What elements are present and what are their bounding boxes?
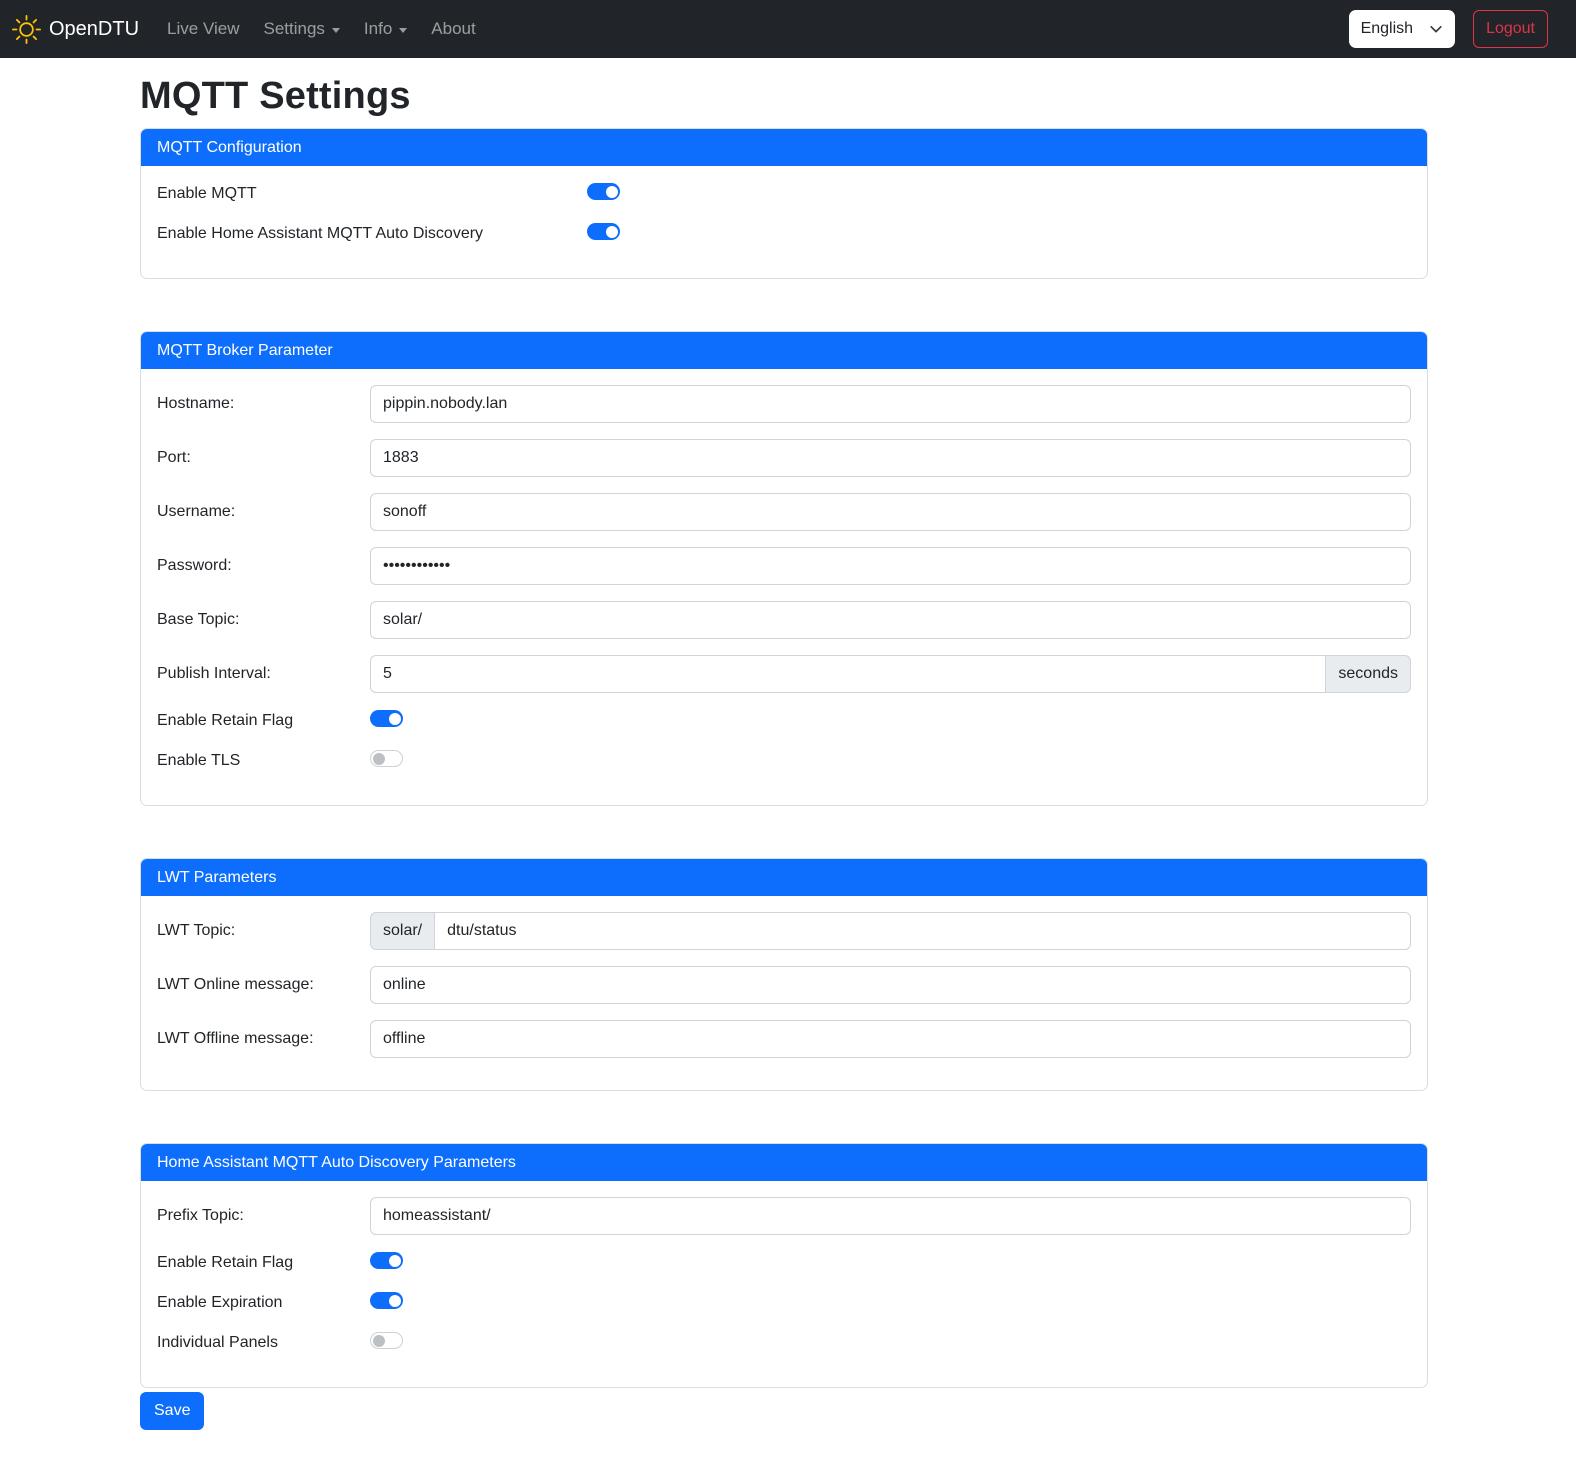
form-row: LWT Offline message: — [157, 1020, 1411, 1058]
prefix-topic-label: Prefix Topic: — [157, 1207, 370, 1225]
page-title: MQTT Settings — [140, 75, 1428, 118]
form-row: Password: — [157, 547, 1411, 585]
lwt-topic-prefix: solar/ — [370, 912, 435, 950]
lwt-online-input[interactable] — [370, 966, 1411, 1004]
form-row: Enable Retain Flag — [157, 1251, 1411, 1275]
nav-live-view[interactable]: Live View — [159, 11, 247, 47]
ha-retain-flag-label: Enable Retain Flag — [157, 1254, 370, 1272]
publish-interval-input[interactable] — [370, 655, 1326, 693]
card-mqtt-broker: MQTT Broker Parameter Hostname: Port: Us… — [140, 331, 1428, 806]
enable-tls-toggle[interactable] — [370, 750, 403, 767]
lwt-topic-input[interactable] — [434, 912, 1411, 950]
navbar-right: English Logout — [1349, 10, 1548, 48]
base-topic-input[interactable] — [370, 601, 1411, 639]
form-row: LWT Topic: solar/ — [157, 912, 1411, 950]
form-row: Prefix Topic: — [157, 1197, 1411, 1235]
form-row: Publish Interval: seconds — [157, 655, 1411, 693]
form-row: Username: — [157, 493, 1411, 531]
form-row: Enable Expiration — [157, 1291, 1411, 1315]
form-row: Enable Home Assistant MQTT Auto Discover… — [157, 222, 1411, 246]
ha-retain-flag-toggle[interactable] — [370, 1252, 403, 1269]
card-mqtt-configuration-header: MQTT Configuration — [141, 129, 1427, 166]
form-row: Individual Panels — [157, 1331, 1411, 1355]
navbar: OpenDTU Live View Settings Info About En… — [0, 0, 1576, 58]
enable-expiration-toggle[interactable] — [370, 1292, 403, 1309]
card-lwt-parameters-body: LWT Topic: solar/ LWT Online message: LW… — [141, 896, 1427, 1090]
nav-live-view-label: Live View — [167, 19, 239, 39]
card-mqtt-broker-header: MQTT Broker Parameter — [141, 332, 1427, 369]
form-row: LWT Online message: — [157, 966, 1411, 1004]
enable-mqtt-toggle[interactable] — [587, 183, 620, 200]
sun-icon — [12, 15, 41, 44]
nav-info[interactable]: Info — [356, 11, 415, 47]
language-select-value: English — [1361, 20, 1413, 38]
card-lwt-parameters-header: LWT Parameters — [141, 859, 1427, 896]
logout-button[interactable]: Logout — [1473, 10, 1548, 48]
form-row: Enable TLS — [157, 749, 1411, 773]
port-input[interactable] — [370, 439, 1411, 477]
hostname-input[interactable] — [370, 385, 1411, 423]
card-ha-discovery-body: Prefix Topic: Enable Retain Flag Enable … — [141, 1181, 1427, 1387]
card-ha-discovery: Home Assistant MQTT Auto Discovery Param… — [140, 1143, 1428, 1388]
lwt-offline-label: LWT Offline message: — [157, 1030, 370, 1048]
nav-info-label: Info — [364, 19, 392, 39]
caret-down-icon — [332, 28, 340, 33]
enable-ha-discovery-toggle[interactable] — [587, 223, 620, 240]
password-label: Password: — [157, 557, 370, 575]
base-topic-label: Base Topic: — [157, 611, 370, 629]
form-row: Hostname: — [157, 385, 1411, 423]
brand-label: OpenDTU — [49, 18, 139, 41]
port-label: Port: — [157, 449, 370, 467]
individual-panels-toggle[interactable] — [370, 1332, 403, 1349]
nav-about[interactable]: About — [423, 11, 483, 47]
brand[interactable]: OpenDTU — [12, 15, 139, 44]
navbar-left: OpenDTU Live View Settings Info About — [12, 11, 488, 47]
username-label: Username: — [157, 503, 370, 521]
lwt-topic-label: LWT Topic: — [157, 922, 370, 940]
lwt-online-label: LWT Online message: — [157, 976, 370, 994]
form-row: Enable Retain Flag — [157, 709, 1411, 733]
enable-expiration-label: Enable Expiration — [157, 1294, 370, 1312]
enable-mqtt-label: Enable MQTT — [157, 185, 587, 203]
card-mqtt-configuration: MQTT Configuration Enable MQTT Enable Ho… — [140, 128, 1428, 279]
retain-flag-toggle[interactable] — [370, 710, 403, 727]
publish-interval-unit: seconds — [1325, 655, 1411, 693]
language-select[interactable]: English — [1349, 10, 1455, 48]
main-content: MQTT Settings MQTT Configuration Enable … — [140, 75, 1428, 1456]
form-row: Enable MQTT — [157, 182, 1411, 206]
password-input[interactable] — [370, 547, 1411, 585]
form-row: Base Topic: — [157, 601, 1411, 639]
enable-tls-label: Enable TLS — [157, 752, 370, 770]
enable-ha-discovery-label: Enable Home Assistant MQTT Auto Discover… — [157, 225, 587, 243]
form-row: Port: — [157, 439, 1411, 477]
card-mqtt-configuration-body: Enable MQTT Enable Home Assistant MQTT A… — [141, 166, 1427, 278]
individual-panels-label: Individual Panels — [157, 1334, 370, 1352]
lwt-offline-input[interactable] — [370, 1020, 1411, 1058]
save-button[interactable]: Save — [140, 1392, 204, 1430]
username-input[interactable] — [370, 493, 1411, 531]
nav-settings-label: Settings — [263, 19, 324, 39]
chevron-down-icon — [1429, 22, 1443, 36]
prefix-topic-input[interactable] — [370, 1197, 1411, 1235]
hostname-label: Hostname: — [157, 395, 370, 413]
nav-settings[interactable]: Settings — [255, 11, 347, 47]
card-lwt-parameters: LWT Parameters LWT Topic: solar/ LWT Onl… — [140, 858, 1428, 1091]
caret-down-icon — [399, 28, 407, 33]
retain-flag-label: Enable Retain Flag — [157, 712, 370, 730]
card-ha-discovery-header: Home Assistant MQTT Auto Discovery Param… — [141, 1144, 1427, 1181]
card-mqtt-broker-body: Hostname: Port: Username: Password: Base… — [141, 369, 1427, 805]
nav-about-label: About — [431, 19, 475, 39]
publish-interval-label: Publish Interval: — [157, 665, 370, 683]
